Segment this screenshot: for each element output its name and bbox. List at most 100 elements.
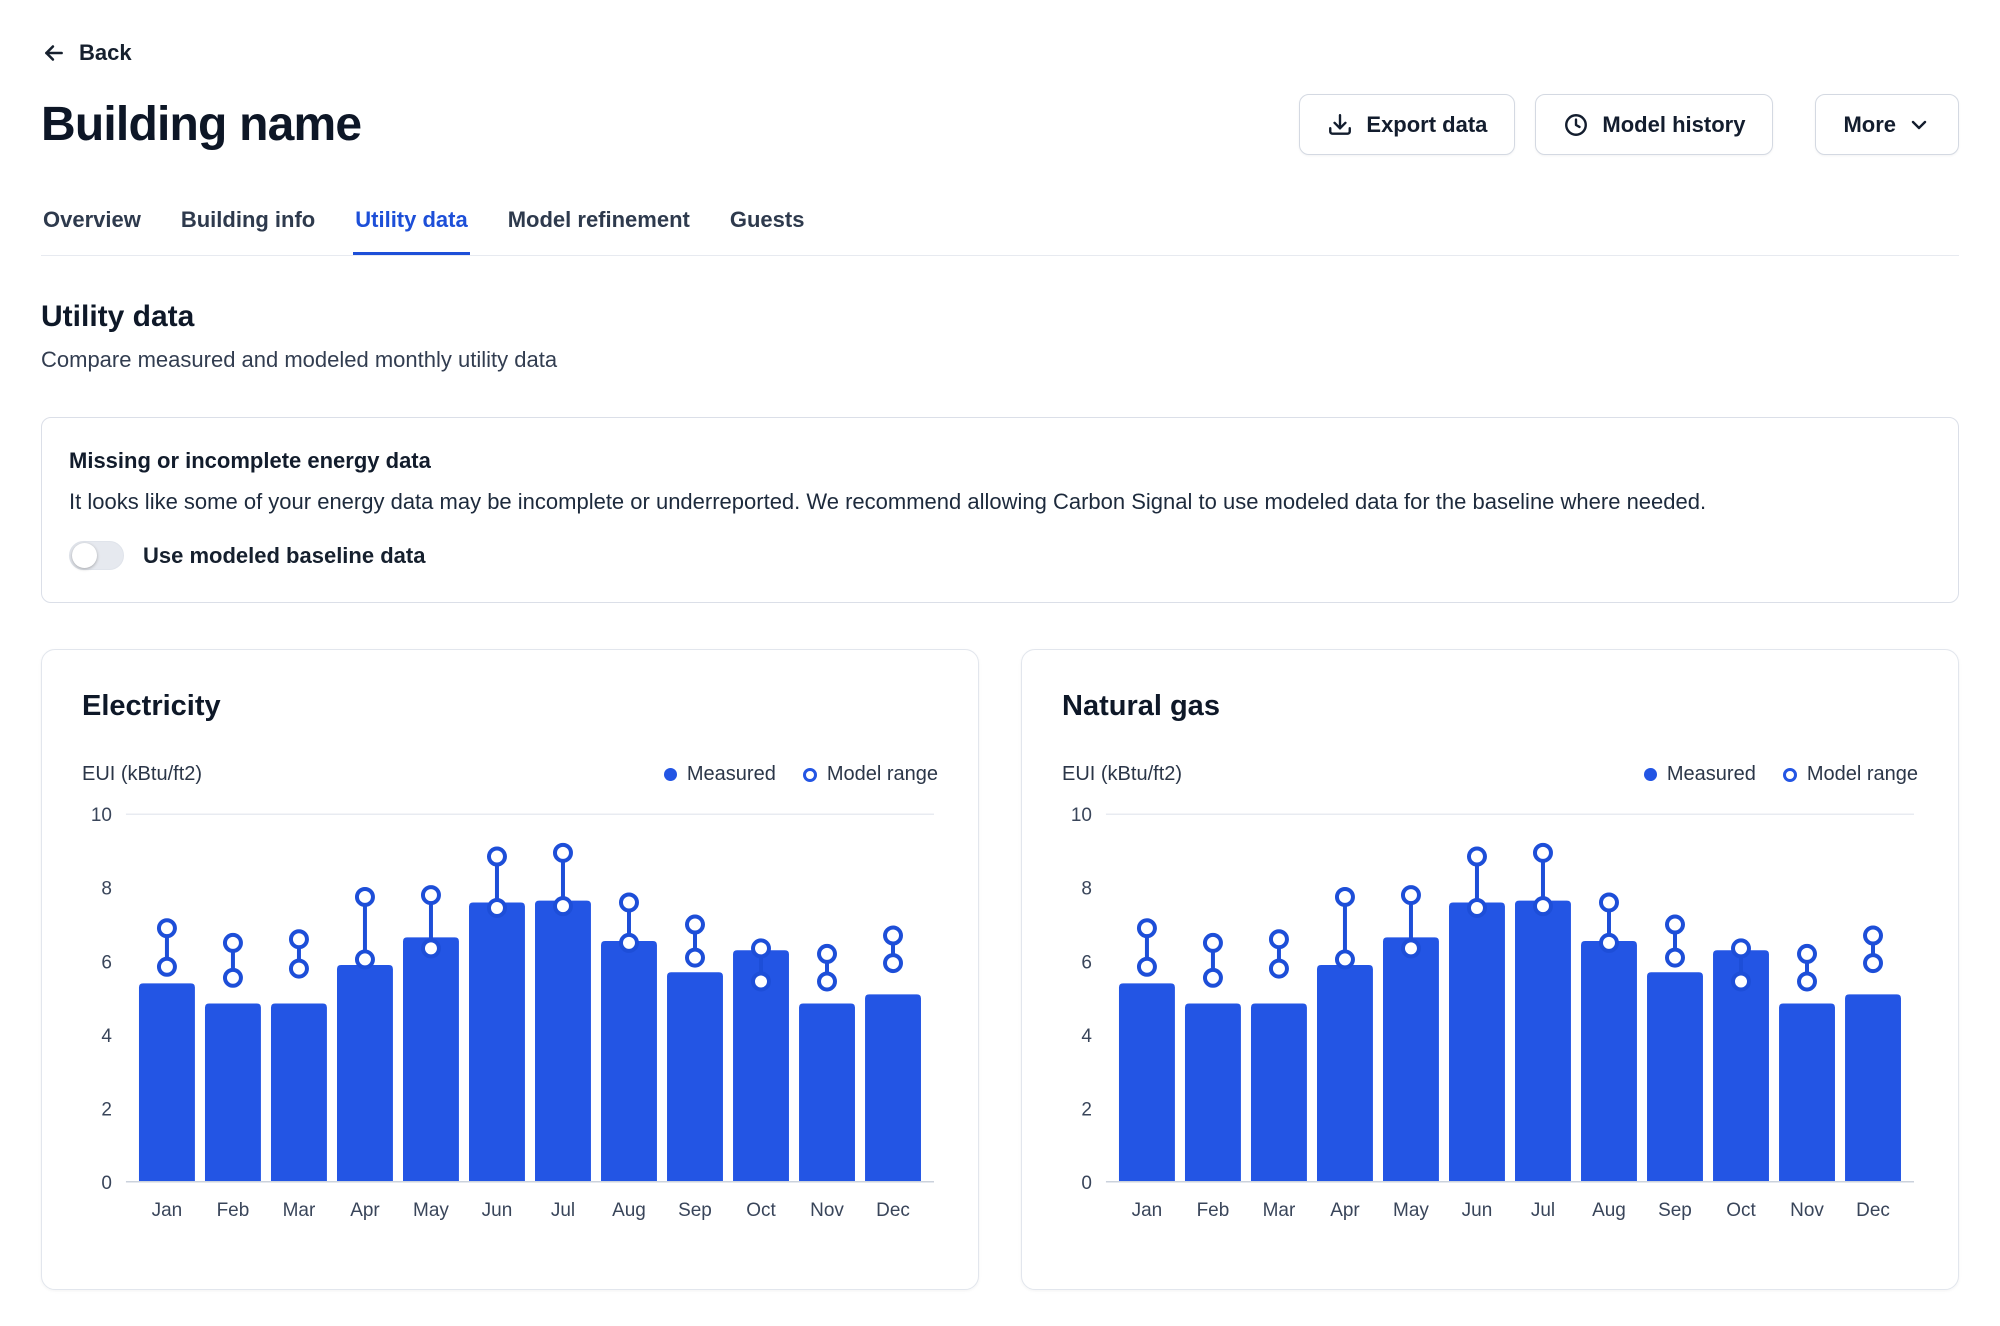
missing-data-alert: Missing or incomplete energy data It loo…: [41, 417, 1959, 603]
model-range-high-marker: [1667, 917, 1683, 933]
model-range-low-marker: [885, 955, 901, 971]
y-tick-label: 10: [1071, 805, 1092, 826]
model-range-low-marker: [1139, 959, 1155, 975]
bar: [865, 994, 921, 1181]
month-label: Jan: [1132, 1200, 1163, 1221]
model-range-low-marker: [1469, 900, 1485, 916]
y-tick-label: 4: [1081, 1026, 1092, 1047]
tab-model-refinement[interactable]: Model refinement: [506, 205, 692, 255]
model-range-high-marker: [687, 917, 703, 933]
section-title: Utility data: [41, 300, 1959, 334]
measured-dot-icon: [664, 768, 677, 781]
model-range-low-marker: [159, 959, 175, 975]
model-range-low-marker: [357, 951, 373, 967]
use-modeled-baseline-toggle[interactable]: [69, 541, 124, 570]
model-range-low-marker: [225, 970, 241, 986]
model-range-low-marker: [423, 940, 439, 956]
month-label: Jun: [1462, 1200, 1493, 1221]
month-label: Nov: [1790, 1200, 1824, 1221]
month-label: Aug: [612, 1200, 646, 1221]
month-label: Sep: [1658, 1200, 1692, 1221]
model-range-low-marker: [621, 935, 637, 951]
download-icon: [1327, 112, 1353, 138]
tab-bar: Overview Building info Utility data Mode…: [41, 205, 1959, 256]
legend-model-range-label: Model range: [827, 763, 938, 786]
electricity-card: Electricity EUI (kBtu/ft2) Measured Mode…: [41, 649, 979, 1290]
model-range-high-marker: [621, 894, 637, 910]
bar: [271, 1004, 327, 1182]
model-range-high-marker: [1733, 940, 1749, 956]
model-range-low-marker: [1403, 940, 1419, 956]
model-range-low-marker: [1601, 935, 1617, 951]
model-range-high-marker: [357, 889, 373, 905]
toggle-row: Use modeled baseline data: [69, 541, 1931, 570]
model-range-low-marker: [1535, 898, 1551, 914]
header-actions: Export data Model history More: [1299, 94, 1959, 155]
month-label: Dec: [1856, 1200, 1890, 1221]
model-range-low-marker: [1667, 950, 1683, 966]
natural-gas-chart-title: Natural gas: [1062, 690, 1918, 723]
tab-utility-data[interactable]: Utility data: [353, 205, 469, 255]
month-label: Apr: [1330, 1200, 1360, 1221]
month-label: Oct: [746, 1200, 776, 1221]
bar: [1185, 1004, 1241, 1182]
model-range-high-marker: [291, 931, 307, 947]
model-range-low-marker: [1337, 951, 1353, 967]
tab-overview[interactable]: Overview: [41, 205, 143, 255]
bar: [667, 972, 723, 1182]
y-tick-label: 6: [1081, 952, 1092, 973]
bar: [1251, 1004, 1307, 1182]
bar: [205, 1004, 261, 1182]
model-range-low-marker: [753, 973, 769, 989]
model-history-label: Model history: [1602, 112, 1745, 138]
bar: [1581, 941, 1637, 1182]
export-data-button[interactable]: Export data: [1299, 94, 1515, 155]
electricity-legend: Measured Model range: [664, 763, 938, 786]
natural-gas-y-axis-label: EUI (kBtu/ft2): [1062, 763, 1182, 786]
model-range-low-marker: [1733, 973, 1749, 989]
legend-measured-label: Measured: [687, 763, 776, 786]
bar: [139, 983, 195, 1181]
more-button[interactable]: More: [1815, 94, 1959, 155]
natural-gas-chart: 0246810JanFebMarAprMayJunJulAugSepOctNov…: [1062, 798, 1918, 1240]
page-title: Building name: [41, 97, 361, 152]
page: Back Building name Export data Model his…: [0, 0, 2000, 1290]
bar: [535, 901, 591, 1182]
model-range-low-marker: [1865, 955, 1881, 971]
model-range-low-marker: [291, 961, 307, 977]
model-range-high-marker: [1469, 849, 1485, 865]
section-subtitle: Compare measured and modeled monthly uti…: [41, 347, 1959, 373]
model-range-low-marker: [489, 900, 505, 916]
electricity-chart: 0246810JanFebMarAprMayJunJulAugSepOctNov…: [82, 798, 938, 1240]
month-label: Sep: [678, 1200, 712, 1221]
model-range-high-marker: [1535, 845, 1551, 861]
more-label: More: [1843, 112, 1896, 138]
y-tick-label: 6: [101, 952, 112, 973]
bar: [337, 965, 393, 1182]
bar: [1515, 901, 1571, 1182]
y-tick-label: 8: [1081, 879, 1092, 900]
legend-measured: Measured: [1644, 763, 1756, 786]
model-range-high-marker: [1403, 887, 1419, 903]
model-range-high-marker: [225, 935, 241, 951]
model-range-ring-icon: [1783, 768, 1797, 782]
bar: [1317, 965, 1373, 1182]
measured-dot-icon: [1644, 768, 1657, 781]
back-button[interactable]: Back: [41, 0, 132, 66]
month-label: Oct: [1726, 1200, 1756, 1221]
legend-model-range-label: Model range: [1807, 763, 1918, 786]
model-range-low-marker: [1205, 970, 1221, 986]
bar: [1845, 994, 1901, 1181]
month-label: Mar: [283, 1200, 316, 1221]
model-range-high-marker: [423, 887, 439, 903]
tab-building-info[interactable]: Building info: [179, 205, 317, 255]
clock-icon: [1563, 112, 1589, 138]
month-label: Dec: [876, 1200, 910, 1221]
y-tick-label: 0: [101, 1173, 112, 1194]
tab-guests[interactable]: Guests: [728, 205, 807, 255]
month-label: Jul: [1531, 1200, 1555, 1221]
model-range-low-marker: [1271, 961, 1287, 977]
model-history-button[interactable]: Model history: [1535, 94, 1773, 155]
model-range-high-marker: [1799, 946, 1815, 962]
back-label: Back: [79, 40, 132, 66]
